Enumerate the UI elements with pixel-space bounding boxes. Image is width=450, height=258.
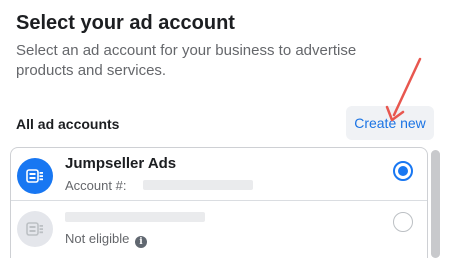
redacted-account-number bbox=[143, 180, 253, 190]
ad-account-icon bbox=[17, 158, 53, 194]
eligibility-status: Not eligible i bbox=[65, 231, 147, 248]
account-number-prefix: Account #: bbox=[65, 178, 127, 193]
account-name: Jumpseller Ads bbox=[65, 155, 177, 172]
not-eligible-label: Not eligible bbox=[65, 231, 130, 246]
list-scrollbar[interactable] bbox=[431, 150, 440, 258]
info-icon[interactable]: i bbox=[134, 236, 147, 248]
annotation-arrow-icon bbox=[385, 57, 422, 122]
account-radio-unselected[interactable] bbox=[393, 212, 413, 232]
ad-account-row[interactable]: Not eligible i bbox=[11, 200, 427, 253]
ad-account-list: Jumpseller Ads Account #: Not eligible i bbox=[10, 147, 428, 258]
redacted-account-name bbox=[65, 212, 205, 222]
page-title: Select your ad account bbox=[16, 12, 235, 34]
ad-account-icon bbox=[17, 211, 53, 247]
account-radio-selected[interactable] bbox=[393, 161, 413, 181]
page-subtitle: Select an ad account for your business t… bbox=[16, 42, 357, 79]
section-label: All ad accounts bbox=[16, 116, 120, 132]
ad-account-row[interactable]: Jumpseller Ads Account #: bbox=[11, 148, 427, 200]
account-number-label: Account #: bbox=[65, 178, 126, 193]
scrollbar-thumb[interactable] bbox=[431, 150, 440, 258]
